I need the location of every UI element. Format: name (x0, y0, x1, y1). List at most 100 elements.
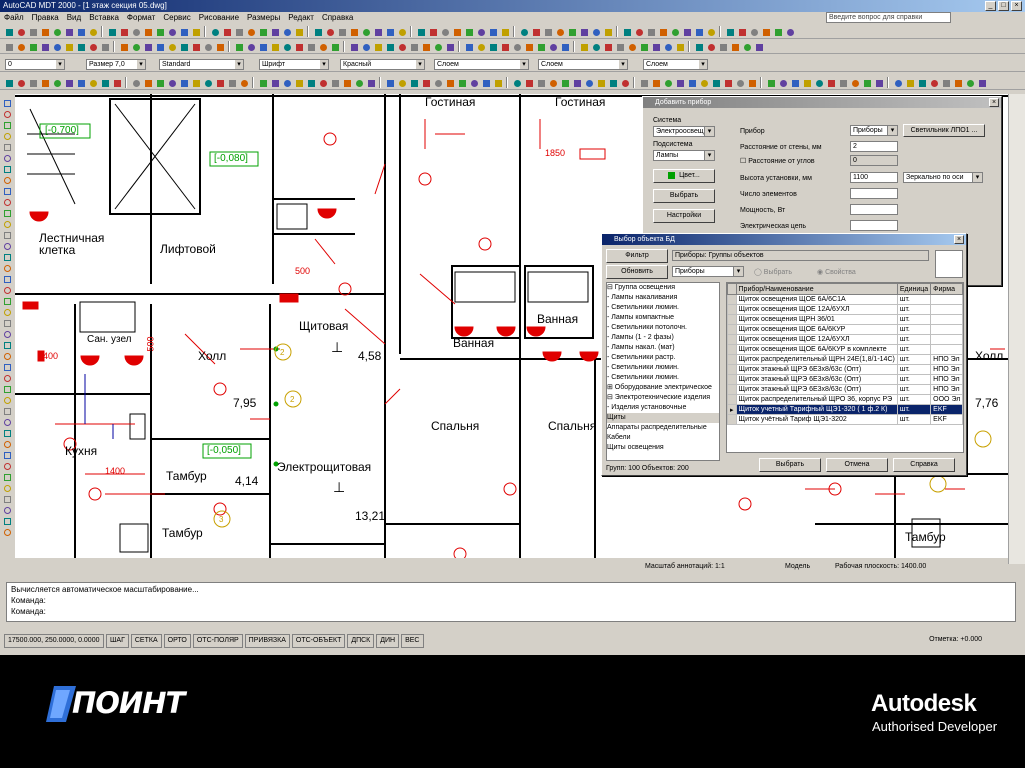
toolbar-tool-icon[interactable] (638, 77, 649, 88)
draw-tool-icon[interactable] (2, 461, 12, 471)
toolbar-tool-icon[interactable] (75, 26, 86, 37)
toolbar-tool-icon[interactable] (976, 77, 987, 88)
toolbar-tool-icon[interactable] (3, 41, 14, 52)
toolbar-tool-icon[interactable] (777, 77, 788, 88)
toolbar-tool-icon[interactable] (15, 26, 26, 37)
tree-node[interactable]: ⊞ Оборудование электрическое (607, 383, 719, 393)
toolbar-tool-icon[interactable] (511, 77, 522, 88)
toolbar-tool-icon[interactable] (583, 77, 594, 88)
toolbar-tool-icon[interactable] (736, 26, 747, 37)
toolbar-tool-icon[interactable] (324, 26, 335, 37)
objects-grid[interactable]: Прибор/Наименование Единица Фирма Щиток … (726, 282, 964, 453)
toolbar-tool-icon[interactable] (710, 77, 721, 88)
menu-item[interactable]: Вид (67, 12, 81, 24)
toolbar-tool-icon[interactable] (154, 26, 165, 37)
table-row[interactable]: Щиток распределительный ЩРН 24Е(1,8/1-14… (727, 354, 963, 365)
toolbar-tool-icon[interactable] (614, 41, 625, 52)
close-icon[interactable]: × (989, 98, 999, 107)
group-tree[interactable]: ⊟ Группа освещения - Лампы накаливания -… (606, 282, 720, 461)
toolbar-tool-icon[interactable] (463, 26, 474, 37)
toolbar-tool-icon[interactable] (396, 26, 407, 37)
toolbar-tool-icon[interactable] (75, 41, 86, 52)
toolbar-tool-icon[interactable] (281, 41, 292, 52)
tree-node[interactable]: ⊟ Электротехнические изделия (607, 393, 719, 403)
toolbar-tool-icon[interactable] (3, 26, 14, 37)
help-search-input[interactable]: Введите вопрос для справки (826, 12, 951, 23)
menu-item[interactable]: Правка (32, 12, 59, 24)
toolbar-tool-icon[interactable] (940, 77, 951, 88)
toolbar-tool-icon[interactable] (372, 41, 383, 52)
tree-node[interactable]: - Лампы накаливания (607, 293, 719, 303)
toolbar-tool-icon[interactable] (542, 26, 553, 37)
toolbar-tool-icon[interactable] (717, 41, 728, 52)
toolbar-tool-icon[interactable] (408, 41, 419, 52)
toolbar-tool-icon[interactable] (444, 41, 455, 52)
toolbar-tool-icon[interactable] (698, 77, 709, 88)
toolbar-tool-icon[interactable] (166, 26, 177, 37)
status-toggle[interactable]: ДПСК (347, 634, 375, 648)
toolbar-tool-icon[interactable] (118, 26, 129, 37)
toolbar-tool-icon[interactable] (607, 77, 618, 88)
toolbar-tool-icon[interactable] (741, 41, 752, 52)
textstyle-combo[interactable]: Шрифт (259, 59, 329, 70)
toolbar-tool-icon[interactable] (87, 26, 98, 37)
toolbar-tool-icon[interactable] (748, 26, 759, 37)
table-row[interactable]: Щиток освещения ЩОЕ 6А/6КУР шт. (727, 324, 963, 335)
draw-tool-icon[interactable] (2, 252, 12, 262)
toolbar-tool-icon[interactable] (245, 41, 256, 52)
draw-tool-icon[interactable] (2, 296, 12, 306)
toolbar-tool-icon[interactable] (329, 77, 340, 88)
toolbar-tool-icon[interactable] (214, 41, 225, 52)
toolbar-tool-icon[interactable] (27, 77, 38, 88)
toolbar-tool-icon[interactable] (693, 26, 704, 37)
toolbar-tool-icon[interactable] (233, 26, 244, 37)
toolbar-tool-icon[interactable] (547, 41, 558, 52)
toolbar-tool-icon[interactable] (456, 77, 467, 88)
close-icon[interactable]: × (954, 235, 964, 244)
toolbar-tool-icon[interactable] (873, 77, 884, 88)
toolbar-tool-icon[interactable] (63, 41, 74, 52)
draw-tool-icon[interactable] (2, 406, 12, 416)
toolbar-tool-icon[interactable] (39, 41, 50, 52)
lineweight-combo[interactable]: Слоем (538, 59, 628, 70)
toolbar-tool-icon[interactable] (118, 41, 129, 52)
toolbar-tool-icon[interactable] (202, 41, 213, 52)
select-button[interactable]: Выбрать (653, 189, 715, 203)
toolbar-tool-icon[interactable] (87, 77, 98, 88)
toolbar-tool-icon[interactable] (353, 77, 364, 88)
draw-tool-icon[interactable] (2, 329, 12, 339)
toolbar-tool-icon[interactable] (130, 26, 141, 37)
tree-node[interactable]: - Лампы накал. (мат) (607, 343, 719, 353)
toolbar-tool-icon[interactable] (837, 77, 848, 88)
toolbar-tool-icon[interactable] (111, 77, 122, 88)
toolbar-tool-icon[interactable] (487, 41, 498, 52)
tree-node[interactable]: - Светильники люмин. (607, 303, 719, 313)
toolbar-tool-icon[interactable] (432, 41, 443, 52)
toolbar-tool-icon[interactable] (765, 77, 776, 88)
toolbar-tool-icon[interactable] (360, 26, 371, 37)
draw-tool-icon[interactable] (2, 428, 12, 438)
toolbar-tool-icon[interactable] (384, 41, 395, 52)
tree-node[interactable]: Щиты освещения (607, 443, 719, 453)
toolbar-tool-icon[interactable] (645, 26, 656, 37)
toolbar-tool-icon[interactable] (451, 26, 462, 37)
draw-tool-icon[interactable] (2, 307, 12, 317)
toolbar-tool-icon[interactable] (784, 26, 795, 37)
menu-item[interactable]: Справка (322, 12, 353, 24)
draw-tool-icon[interactable] (2, 120, 12, 130)
toolbar-tool-icon[interactable] (724, 26, 735, 37)
toolbar-tool-icon[interactable] (202, 77, 213, 88)
toolbar-tool-icon[interactable] (360, 41, 371, 52)
menu-item[interactable]: Формат (127, 12, 155, 24)
tree-node[interactable]: ⊟ Группа освещения (607, 283, 719, 293)
draw-tool-icon[interactable] (2, 351, 12, 361)
toolbar-tool-icon[interactable] (257, 77, 268, 88)
vertical-scrollbar[interactable] (1008, 94, 1025, 564)
draw-tool-icon[interactable] (2, 164, 12, 174)
tree-node[interactable]: Щиты (607, 413, 719, 423)
toolbar-tool-icon[interactable] (662, 41, 673, 52)
toolbar-tool-icon[interactable] (190, 77, 201, 88)
toolbar-tool-icon[interactable] (554, 26, 565, 37)
tree-node[interactable]: - Светильники потолочн. (607, 323, 719, 333)
toolbar-tool-icon[interactable] (590, 41, 601, 52)
